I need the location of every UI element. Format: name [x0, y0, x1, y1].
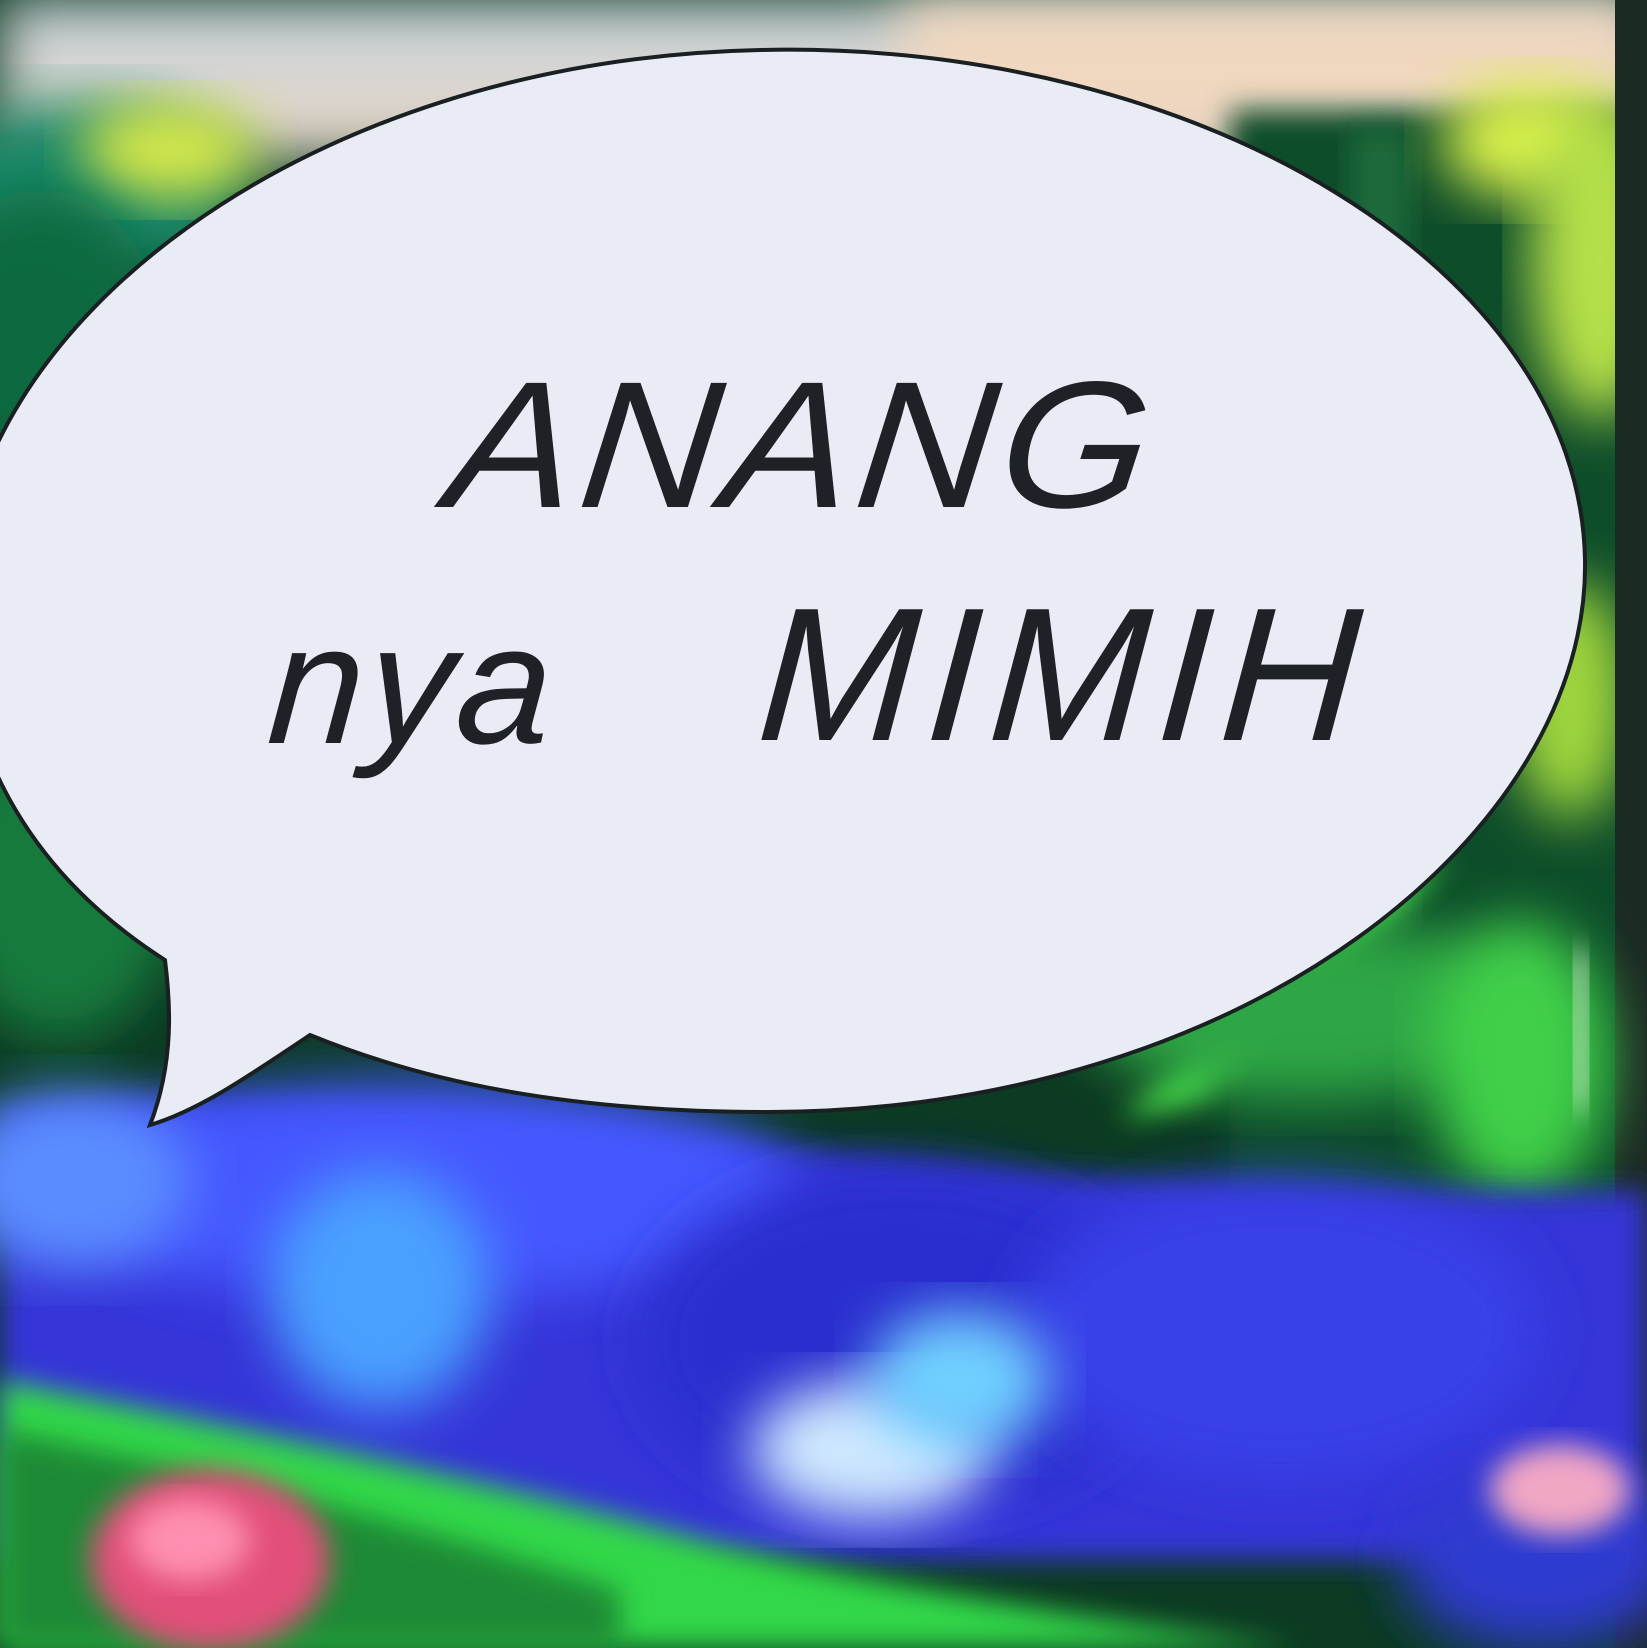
bubble-text-line-2-right: MIMIH [752, 569, 1377, 781]
photo-scene: ANANG nya MIMIH [0, 0, 1647, 1648]
speech-bubble-icon [0, 47, 1588, 1129]
bubble-text-line-1: ANANG [438, 344, 1167, 546]
bubble-text-line-2-left: nya [263, 590, 563, 780]
